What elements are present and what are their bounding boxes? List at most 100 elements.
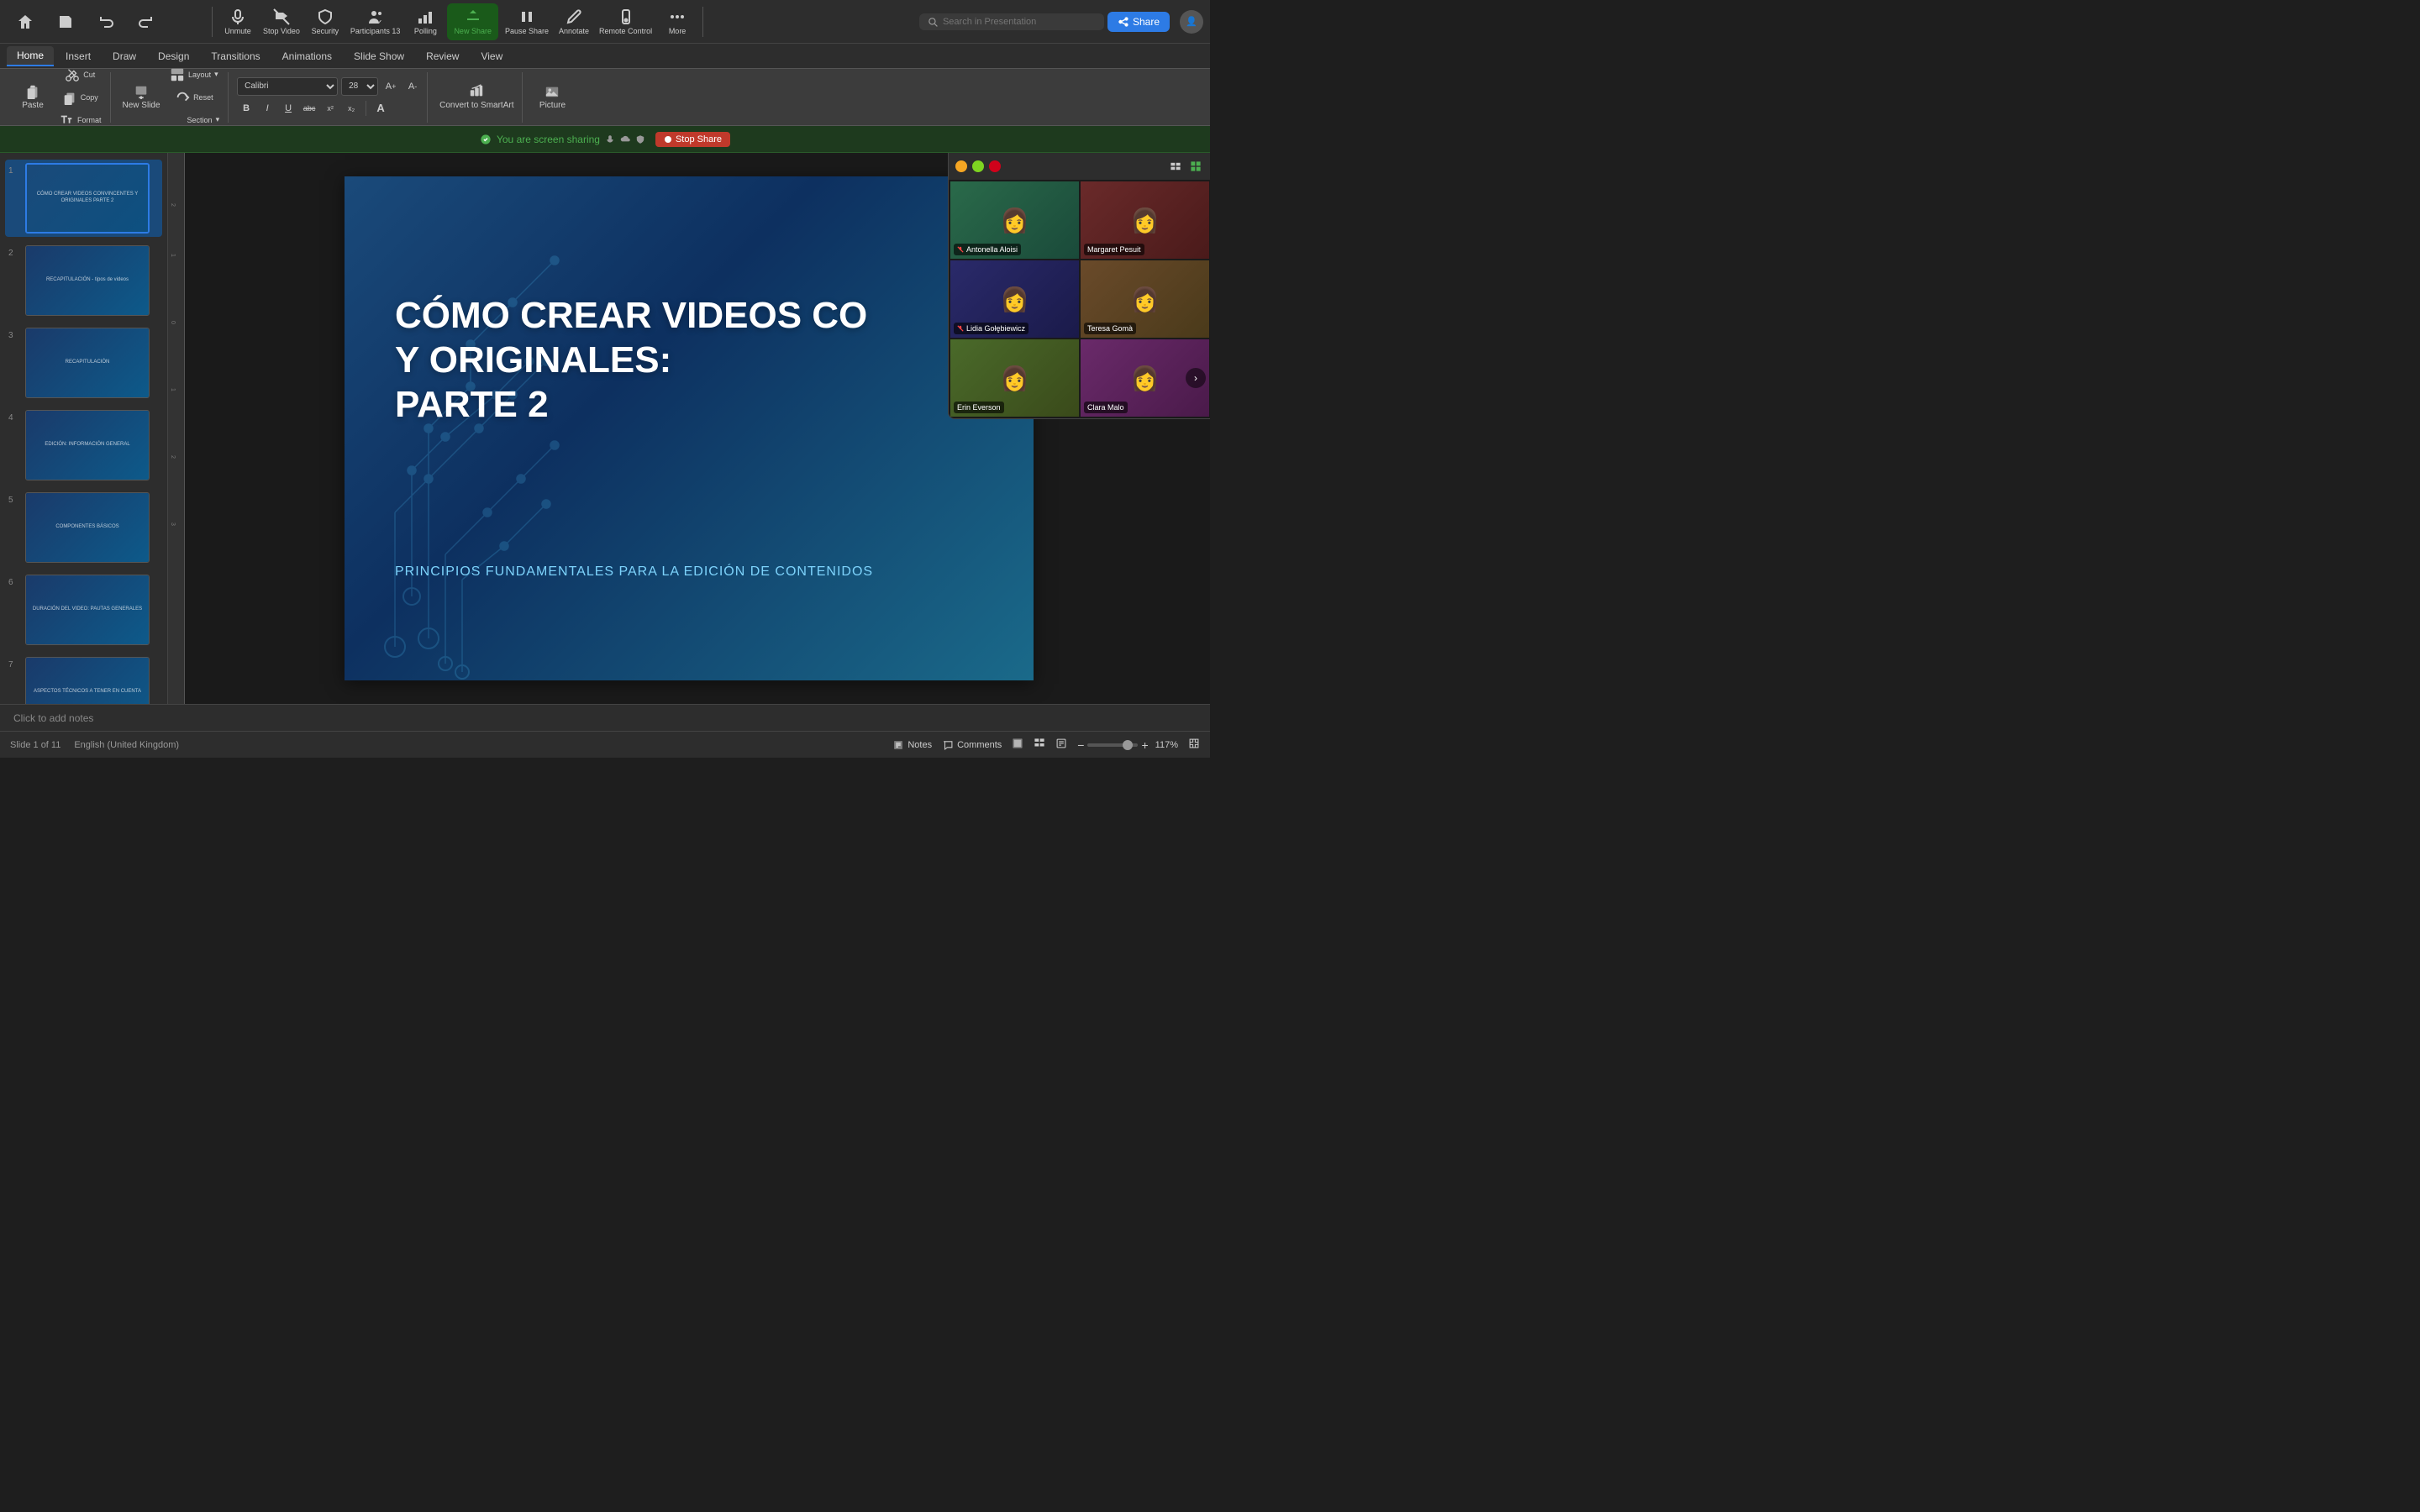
slide-area: 2 1 0 1 2 3 [168, 153, 1210, 704]
slide-thumb-4[interactable]: 4 EDICIÓN: INFORMACIÓN GENERAL [5, 407, 162, 484]
video-layout-grid-btn[interactable] [1188, 159, 1203, 174]
home-btn[interactable] [7, 3, 44, 40]
font-family-select[interactable]: Calibri [237, 77, 338, 96]
paste-btn[interactable]: Paste [12, 75, 54, 120]
underline-btn[interactable]: U [279, 99, 297, 118]
view-slide-sorter-btn[interactable] [1034, 738, 1045, 752]
share-banner-text: You are screen sharing [480, 134, 645, 145]
format-btn[interactable]: Format [55, 109, 105, 130]
notes-btn[interactable]: Notes [892, 739, 932, 751]
pause-share-btn[interactable]: Pause Share [502, 3, 552, 40]
reset-btn[interactable]: Reset [166, 87, 224, 108]
slide-title[interactable]: CÓMO CREAR VIDEOS CO Y ORIGINALES: PARTE… [395, 294, 983, 427]
tab-draw[interactable]: Draw [103, 47, 146, 66]
participant-name-6: Clara Malo [1084, 402, 1128, 413]
tab-animations[interactable]: Animations [272, 47, 342, 66]
slide-thumb-2[interactable]: 2 RECAPITULACIÓN - tipos de videos [5, 242, 162, 319]
picture-label: Picture [539, 101, 566, 110]
search-icon [928, 17, 938, 27]
slide-subtitle[interactable]: PRINCIPIOS FUNDAMENTALES PARA LA EDICIÓN… [395, 564, 983, 580]
new-slide-label: New Slide [123, 101, 160, 110]
pause-share-label: Pause Share [505, 27, 549, 35]
convert-smartart-btn[interactable]: Convert to SmartArt [436, 75, 517, 120]
notes-bar[interactable]: Click to add notes [0, 704, 1210, 731]
participant-name-3: Lidia Gołębiewicz [954, 323, 1028, 334]
tab-slideshow[interactable]: Slide Show [344, 47, 414, 66]
annotate-btn[interactable]: Annotate [555, 3, 592, 40]
section-btn[interactable]: Section ▾ [166, 109, 224, 130]
tab-home[interactable]: Home [7, 46, 54, 66]
zoom-slider[interactable] [1087, 743, 1138, 747]
slide-thumb-1[interactable]: 1 CÓMO CREAR VIDEOS CONVINCENTES Y ORIGI… [5, 160, 162, 237]
strikethrough-btn[interactable]: abc [300, 99, 318, 118]
slide-thumb-3[interactable]: 3 RECAPITULACIÓN [5, 324, 162, 402]
undo-btn[interactable] [87, 3, 124, 40]
separator-2 [702, 7, 703, 37]
save-btn[interactable] [47, 3, 84, 40]
font-size-select[interactable]: 28 [341, 77, 378, 96]
video-next-btn[interactable]: › [1186, 368, 1206, 388]
slide-thumb-7[interactable]: 7 ASPECTOS TÉCNICOS A TENER EN CUENTA [5, 654, 162, 704]
polling-btn[interactable]: Polling [407, 3, 444, 40]
picture-btn[interactable]: Picture [531, 75, 573, 120]
view-reading-btn[interactable] [1055, 738, 1067, 752]
slide-img-1: CÓMO CREAR VIDEOS CONVINCENTES Y ORIGINA… [25, 163, 150, 234]
copy-label: Copy [81, 93, 98, 102]
ruler-left: 2 1 0 1 2 3 [168, 153, 185, 704]
slide-preview-text-6: DURACIÓN DEL VIDEO: PAUTAS GENERALES [29, 603, 145, 617]
main-slide-canvas[interactable]: CÓMO CREAR VIDEOS CO Y ORIGINALES: PARTE… [345, 176, 1034, 680]
stop-share-btn[interactable]: Stop Share [655, 132, 730, 147]
decrease-font-btn[interactable]: A- [403, 77, 422, 96]
tab-insert[interactable]: Insert [55, 47, 101, 66]
tab-view[interactable]: View [471, 47, 513, 66]
share-button[interactable]: Share [1107, 12, 1170, 32]
comments-btn[interactable]: Comments [942, 739, 1002, 751]
slide-num-5: 5 [8, 492, 20, 505]
fit-slide-btn[interactable] [1188, 738, 1200, 752]
security-btn[interactable]: Security [307, 3, 344, 40]
slide-thumb-5[interactable]: 5 COMPONENTES BÁSICOS [5, 489, 162, 566]
clipboard-group: Paste Cut Copy Format [7, 72, 111, 123]
zoom-control: − + 117% [1077, 738, 1178, 752]
participants-btn[interactable]: Participants 13 [347, 3, 404, 40]
stop-video-btn[interactable]: Stop Video [260, 3, 303, 40]
italic-btn[interactable]: I [258, 99, 276, 118]
increase-font-btn[interactable]: A+ [381, 77, 400, 96]
slide-img-4: EDICIÓN: INFORMACIÓN GENERAL [25, 410, 150, 480]
redo-btn[interactable] [128, 3, 165, 40]
view-normal-btn[interactable] [1012, 738, 1023, 752]
superscript-btn[interactable]: x² [321, 99, 339, 118]
video-minimize-btn[interactable] [955, 160, 967, 172]
tab-review[interactable]: Review [416, 47, 469, 66]
remote-control-btn[interactable]: Remote Control [596, 3, 655, 40]
profile-avatar[interactable]: 👤 [1180, 10, 1203, 34]
mic-muted-icon-3 [957, 325, 964, 332]
tab-design[interactable]: Design [148, 47, 199, 66]
new-share-btn[interactable]: New Share [447, 3, 498, 40]
slide-thumb-6[interactable]: 6 DURACIÓN DEL VIDEO: PAUTAS GENERALES [5, 571, 162, 648]
font-color-btn[interactable]: A [371, 99, 390, 118]
subscript-btn[interactable]: x₂ [342, 99, 360, 118]
copy-btn[interactable]: Copy [55, 87, 105, 108]
zoom-out-btn[interactable]: − [1077, 738, 1084, 752]
customize-btn[interactable] [168, 3, 205, 40]
stop-icon [664, 135, 672, 144]
layout-btn[interactable]: Layout ▾ [166, 64, 224, 85]
tab-transitions[interactable]: Transitions [201, 47, 270, 66]
video-maximize-btn[interactable] [972, 160, 984, 172]
slide-img-7: ASPECTOS TÉCNICOS A TENER EN CUENTA [25, 657, 150, 704]
video-close-btn[interactable] [989, 160, 1001, 172]
unmute-btn[interactable]: Unmute [219, 3, 256, 40]
video-layout-list-btn[interactable] [1168, 159, 1183, 174]
mic-icon [605, 134, 615, 144]
new-slide-btn[interactable]: New Slide [119, 75, 164, 120]
search-input[interactable] [943, 17, 1077, 27]
language-info: English (United Kingdom) [74, 740, 179, 750]
zoom-in-btn[interactable]: + [1141, 738, 1148, 752]
bold-btn[interactable]: B [237, 99, 255, 118]
cut-btn[interactable]: Cut [55, 64, 105, 85]
more-btn[interactable]: More [659, 3, 696, 40]
participant-name-1: Antonella Aloisi [954, 244, 1021, 255]
slide-info: Slide 1 of 11 [10, 740, 60, 750]
circuit-decoration [345, 176, 1034, 680]
